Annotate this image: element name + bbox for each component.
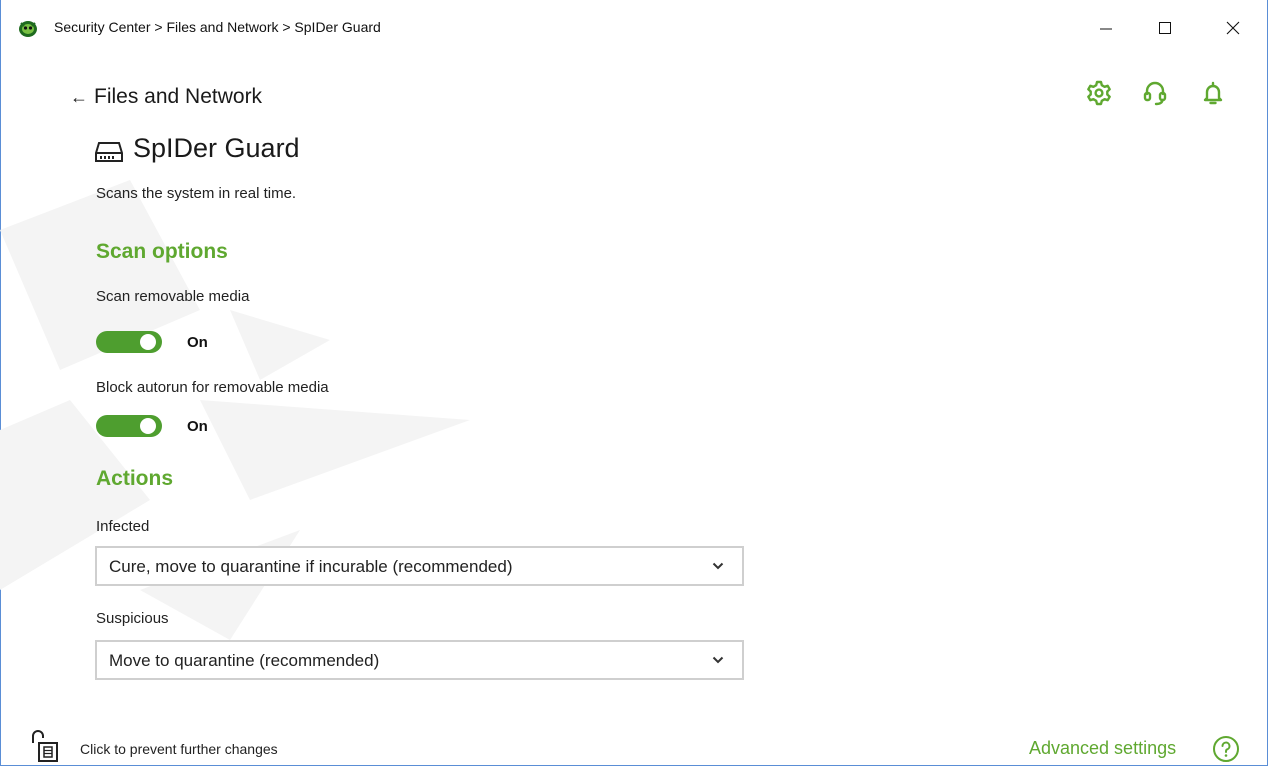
toggle-knob [140, 418, 156, 434]
support-button[interactable] [1140, 78, 1170, 108]
chevron-down-icon [712, 562, 724, 570]
lock-changes-link[interactable]: Click to prevent further changes [80, 741, 278, 757]
advanced-settings-link[interactable]: Advanced settings [1029, 738, 1176, 759]
bell-icon [1203, 81, 1223, 105]
hard-drive-icon [95, 142, 123, 162]
settings-button[interactable] [1084, 78, 1114, 108]
suspicious-label: Suspicious [96, 610, 169, 627]
page-description: Scans the system in real time. [96, 185, 297, 202]
window-title: Security Center > Files and Network > Sp… [54, 19, 381, 35]
close-icon [1226, 21, 1240, 35]
scan-removable-media-row: On [96, 331, 208, 353]
back-link[interactable]: ← Files and Network [70, 85, 262, 109]
toggle-knob [140, 334, 156, 350]
back-arrow-icon: ← [70, 86, 88, 107]
dr-web-logo-icon [19, 21, 37, 37]
gear-icon [1087, 80, 1111, 106]
scan-options-heading: Scan options [96, 240, 228, 263]
block-autorun-row: On [96, 415, 208, 437]
block-autorun-toggle[interactable] [96, 415, 162, 437]
scan-removable-media-toggle[interactable] [96, 331, 162, 353]
infected-label: Infected [96, 518, 150, 535]
minimize-icon [1100, 28, 1112, 30]
help-icon[interactable] [1212, 735, 1240, 763]
suspicious-action-value: Move to quarantine (recommended) [109, 651, 380, 670]
infected-action-value: Cure, move to quarantine if incurable (r… [109, 557, 513, 576]
actions-heading: Actions [96, 467, 174, 490]
close-button[interactable] [1210, 10, 1256, 46]
maximize-icon [1159, 22, 1171, 34]
scan-removable-media-label: Scan removable media [96, 288, 250, 305]
headset-icon [1143, 81, 1167, 106]
chevron-down-icon [712, 656, 724, 664]
unlocked-padlock-icon[interactable] [30, 729, 68, 763]
back-link-label: Files and Network [94, 85, 263, 108]
block-autorun-label: Block autorun for removable media [96, 379, 329, 396]
maximize-button[interactable] [1142, 10, 1188, 46]
infected-action-select[interactable]: Cure, move to quarantine if incurable (r… [95, 546, 744, 586]
minimize-button[interactable] [1083, 10, 1129, 46]
suspicious-action-select[interactable]: Move to quarantine (recommended) [95, 640, 744, 680]
page-title: SpIDer Guard [133, 133, 300, 163]
notifications-button[interactable] [1198, 78, 1228, 108]
toggle-state-label: On [187, 333, 208, 351]
toggle-state-label: On [187, 417, 208, 435]
title-bar: Security Center > Files and Network > Sp… [0, 0, 1268, 58]
